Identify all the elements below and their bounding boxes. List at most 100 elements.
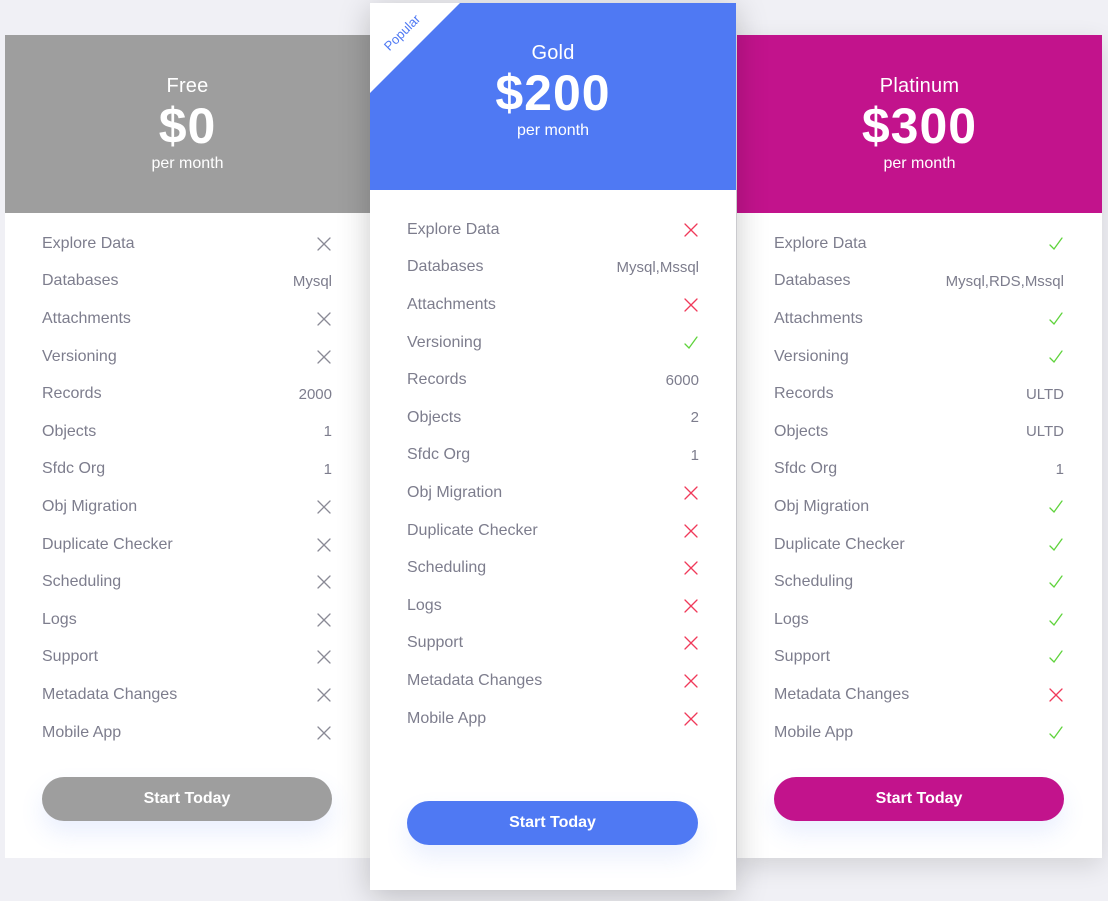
cross-icon xyxy=(316,236,332,252)
start-today-button-gold[interactable]: Start Today xyxy=(407,801,698,845)
feature-row: Logs xyxy=(370,587,736,625)
cross-icon xyxy=(316,649,332,665)
feature-row: Metadata Changes xyxy=(5,676,370,714)
feature-row: Objects 1 xyxy=(5,413,370,451)
cross-icon xyxy=(316,537,332,553)
cross-icon xyxy=(316,499,332,515)
feature-value: 1 xyxy=(323,423,332,441)
feature-label: Duplicate Checker xyxy=(774,535,905,553)
feature-value: 1 xyxy=(1055,460,1064,478)
feature-value: 1 xyxy=(690,446,699,464)
feature-label: Objects xyxy=(407,408,462,426)
feature-label: Objects xyxy=(774,422,829,440)
feature-label: Obj Migration xyxy=(774,497,870,515)
feature-label: Duplicate Checker xyxy=(42,535,173,553)
plan-card-platinum: Platinum $300 per month Explore Data Data… xyxy=(737,35,1102,858)
feature-row: Obj Migration xyxy=(370,474,736,512)
feature-row: Metadata Changes xyxy=(737,676,1102,714)
cross-icon xyxy=(683,560,699,576)
feature-label: Versioning xyxy=(407,333,482,351)
check-icon xyxy=(683,335,699,351)
feature-list: Explore Data Databases Mysql,Mssql Attachme… xyxy=(370,190,736,737)
feature-row: Sfdc Org 1 xyxy=(5,451,370,489)
feature-row: Duplicate Checker xyxy=(737,526,1102,564)
plan-period: per month xyxy=(883,155,956,172)
cross-icon xyxy=(683,297,699,313)
feature-label: Databases xyxy=(407,258,484,276)
feature-row: Support xyxy=(5,639,370,677)
feature-value: Mysql xyxy=(292,272,332,290)
feature-label: Duplicate Checker xyxy=(407,521,538,539)
feature-value: ULTD xyxy=(1025,385,1064,403)
check-icon xyxy=(1048,311,1064,327)
plan-header: Platinum $300 per month xyxy=(737,35,1102,213)
feature-row: Objects ULTD xyxy=(737,413,1102,451)
feature-label: Records xyxy=(42,385,102,403)
feature-label: Metadata Changes xyxy=(42,685,178,703)
cross-icon xyxy=(316,349,332,365)
start-today-button-platinum[interactable]: Start Today xyxy=(774,777,1064,821)
feature-row: Mobile App xyxy=(370,700,736,738)
plan-header: Free $0 per month xyxy=(5,35,370,213)
check-icon xyxy=(1048,612,1064,628)
feature-row: Mobile App xyxy=(737,714,1102,752)
feature-label: Attachments xyxy=(774,309,863,327)
feature-label: Metadata Changes xyxy=(407,671,543,689)
feature-row: Scheduling xyxy=(5,563,370,601)
cross-icon xyxy=(316,725,332,741)
feature-label: Databases xyxy=(42,272,119,290)
feature-label: Mobile App xyxy=(774,723,854,741)
cross-icon xyxy=(683,673,699,689)
feature-row: Obj Migration xyxy=(737,488,1102,526)
feature-value: 1 xyxy=(323,460,332,478)
feature-row: Sfdc Org 1 xyxy=(737,451,1102,489)
plan-name: Platinum xyxy=(879,75,960,97)
feature-label: Versioning xyxy=(774,347,849,365)
feature-row: Records 6000 xyxy=(370,361,736,399)
feature-label: Attachments xyxy=(407,295,496,313)
feature-value: Mysql,Mssql xyxy=(616,258,699,276)
feature-row: Support xyxy=(737,639,1102,677)
feature-label: Support xyxy=(774,648,831,666)
feature-row: Databases Mysql xyxy=(5,263,370,301)
feature-label: Mobile App xyxy=(42,723,122,741)
feature-row: Attachments xyxy=(5,300,370,338)
start-today-button-free[interactable]: Start Today xyxy=(42,777,332,821)
plan-period: per month xyxy=(151,155,224,172)
feature-value: 2 xyxy=(690,409,699,427)
feature-row: Scheduling xyxy=(370,549,736,587)
check-icon xyxy=(1048,349,1064,365)
feature-label: Sfdc Org xyxy=(774,460,838,478)
cross-icon xyxy=(683,598,699,614)
check-icon xyxy=(1048,499,1064,515)
feature-label: Obj Migration xyxy=(42,497,138,515)
feature-row: Explore Data xyxy=(5,225,370,263)
feature-label: Databases xyxy=(774,272,851,290)
feature-label: Scheduling xyxy=(42,573,122,591)
feature-row: Explore Data xyxy=(370,211,736,249)
feature-label: Records xyxy=(774,385,834,403)
feature-row: Logs xyxy=(5,601,370,639)
feature-label: Scheduling xyxy=(774,573,854,591)
plan-price: $300 xyxy=(861,98,978,154)
feature-label: Support xyxy=(42,648,99,666)
check-icon xyxy=(1048,236,1064,252)
plan-card-gold: Popular Gold $200 per month Explore Data… xyxy=(370,3,736,890)
feature-label: Scheduling xyxy=(407,559,487,577)
plan-header: Popular Gold $200 per month xyxy=(370,3,736,190)
cross-icon xyxy=(1048,687,1064,703)
check-icon xyxy=(1048,649,1064,665)
feature-label: Versioning xyxy=(42,347,117,365)
plan-price: $0 xyxy=(158,98,217,154)
feature-row: Support xyxy=(370,625,736,663)
check-icon xyxy=(1048,537,1064,553)
feature-label: Logs xyxy=(42,610,77,628)
plan-period: per month xyxy=(516,122,590,139)
feature-value: Mysql,RDS,Mssql xyxy=(945,272,1064,290)
cross-icon xyxy=(316,574,332,590)
cross-icon xyxy=(316,311,332,327)
cross-icon xyxy=(683,711,699,727)
feature-label: Explore Data xyxy=(42,234,135,252)
feature-row: Duplicate Checker xyxy=(5,526,370,564)
feature-value: ULTD xyxy=(1025,423,1064,441)
